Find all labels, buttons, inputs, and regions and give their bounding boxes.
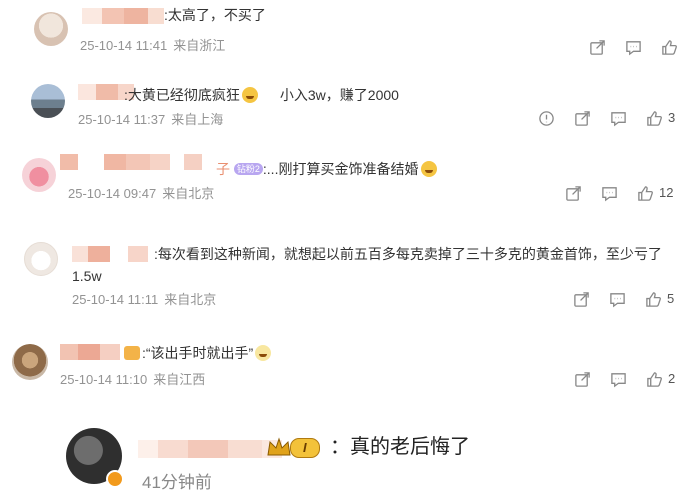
grin-emoji-icon xyxy=(241,87,258,103)
share-icon[interactable] xyxy=(588,38,606,56)
avatar[interactable] xyxy=(24,242,58,276)
reply-text: ：真的老后悔了 xyxy=(330,436,470,458)
username-mosaic[interactable] xyxy=(82,8,164,24)
username-mosaic[interactable] xyxy=(138,440,282,458)
comment-text-part: :大黄已经彻底疯狂 xyxy=(124,87,240,103)
avatar[interactable] xyxy=(34,12,68,46)
comment-item: :太高了，不买了 25-10-14 11:41 来自浙江 xyxy=(0,0,694,70)
report-icon[interactable] xyxy=(537,109,555,127)
comment-actions: 12 xyxy=(546,184,673,202)
comment-item: :“该出手时就出手” 25-10-14 11:10 来自江西 2 xyxy=(0,332,694,400)
username-suffix[interactable]: 子 xyxy=(216,161,230,177)
share-icon[interactable] xyxy=(573,109,591,127)
comment-actions: 5 xyxy=(554,290,674,308)
comment-location: 来自浙江 xyxy=(173,38,226,53)
like-icon[interactable] xyxy=(645,109,663,127)
comment-item: 子 钻粉2:...刚打算买金饰准备结婚 25-10-14 09:47 来自北京 1… xyxy=(0,144,694,216)
share-icon[interactable] xyxy=(573,370,591,388)
comment-location: 来自北京 xyxy=(162,186,215,201)
comment-item: :每次看到这种新闻，就想起以前五百多每克卖掉了三十多克的黄金首饰，至少亏了 1.… xyxy=(0,232,694,322)
reply-item: I ：真的老后悔了 41分钟前 xyxy=(0,410,694,500)
like-icon[interactable] xyxy=(636,184,654,202)
comment-time: 25-10-14 11:11 xyxy=(72,292,159,307)
comment-text-part: :“该出手时就出手” xyxy=(142,345,254,361)
comment-text-part: 小入3w，赚了2000 xyxy=(279,87,399,103)
comment-icon[interactable] xyxy=(608,290,626,308)
level-crown-badge: I xyxy=(266,436,320,460)
comment-item: :大黄已经彻底疯狂 小入3w，赚了2000 25-10-14 11:37 来自上海 … xyxy=(0,74,694,140)
fan-crown-icon xyxy=(124,346,140,360)
wink-emoji-icon xyxy=(255,345,272,361)
comment-text: :大黄已经彻底疯狂 小入3w，赚了2000 xyxy=(124,86,399,104)
comment-meta: 25-10-14 11:37 来自上海 xyxy=(78,112,223,128)
like-count: 2 xyxy=(668,371,676,386)
verified-badge-icon xyxy=(106,470,124,488)
laugh-emoji-icon xyxy=(421,161,438,177)
like-icon[interactable] xyxy=(660,38,678,56)
like-count: 3 xyxy=(668,110,676,125)
username-mosaic[interactable] xyxy=(60,344,120,360)
comment-time: 25-10-14 11:41 xyxy=(80,38,168,53)
avatar[interactable] xyxy=(22,158,56,192)
comment-icon[interactable] xyxy=(624,38,642,56)
crown-icon xyxy=(267,437,291,456)
comment-actions xyxy=(570,38,683,56)
comment-text: :“该出手时就出手” xyxy=(124,344,272,362)
like-count: 12 xyxy=(659,185,674,200)
comment-text-part: :...刚打算买金饰准备结婚 xyxy=(262,161,419,177)
comment-icon[interactable] xyxy=(609,109,627,127)
comment-text: :每次看到这种新闻，就想起以前五百多每克卖掉了三十多克的黄金首饰，至少亏了 xyxy=(154,246,662,262)
fan-badge: 钻粉2 xyxy=(233,163,263,175)
username-mosaic[interactable] xyxy=(60,154,202,170)
comment-time: 25-10-14 09:47 xyxy=(68,186,157,201)
avatar[interactable] xyxy=(12,344,48,380)
comment-text-line2: 1.5w xyxy=(72,268,102,284)
like-icon[interactable] xyxy=(644,290,662,308)
like-count: 5 xyxy=(667,291,675,306)
comment-actions: 2 xyxy=(555,370,675,388)
comment-icon[interactable] xyxy=(609,370,627,388)
comment-meta: 25-10-14 11:41 来自浙江 xyxy=(80,38,225,54)
comment-icon[interactable] xyxy=(600,184,618,202)
reply-time: 41分钟前 xyxy=(142,473,212,492)
level-badge: I xyxy=(290,438,320,458)
comment-text: :太高了，不买了 xyxy=(164,7,266,23)
comment-time: 25-10-14 11:37 xyxy=(78,112,166,127)
comment-location: 来自北京 xyxy=(164,292,217,307)
comment-meta: 25-10-14 11:10 来自江西 xyxy=(60,372,205,388)
share-icon[interactable] xyxy=(564,184,582,202)
comment-meta: 25-10-14 11:11 来自北京 xyxy=(72,292,216,308)
comment-time: 25-10-14 11:10 xyxy=(60,372,148,387)
comment-text: 子 钻粉2:...刚打算买金饰准备结婚 xyxy=(216,160,438,178)
comment-actions: 3 xyxy=(519,109,675,127)
avatar[interactable] xyxy=(31,84,65,118)
share-icon[interactable] xyxy=(572,290,590,308)
username-mosaic[interactable] xyxy=(72,246,148,262)
comment-location: 来自江西 xyxy=(153,372,206,387)
comment-meta: 25-10-14 09:47 来自北京 xyxy=(68,186,214,202)
comment-location: 来自上海 xyxy=(171,112,224,127)
like-icon[interactable] xyxy=(645,370,663,388)
